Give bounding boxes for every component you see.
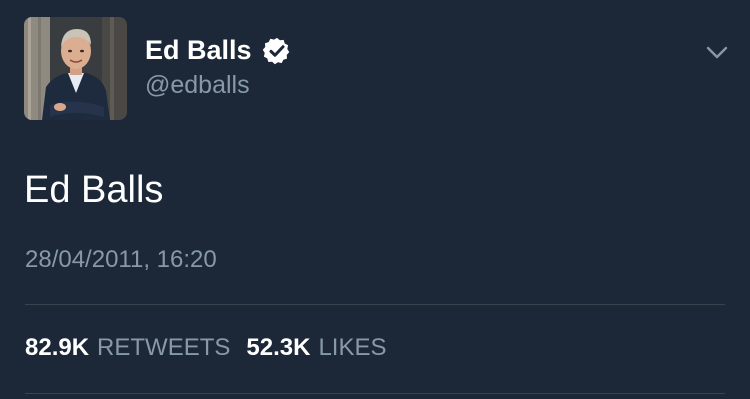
- likes-stat[interactable]: 52.3K LIKES: [246, 332, 386, 364]
- retweets-label: RETWEETS: [97, 334, 231, 361]
- likes-count: 52.3K: [246, 334, 311, 361]
- chevron-down-icon[interactable]: [703, 38, 731, 66]
- tweet-stats: 82.9K RETWEETS 52.3K LIKES: [25, 332, 386, 364]
- divider: [25, 304, 725, 305]
- divider: [25, 393, 725, 394]
- retweets-count: 82.9K: [25, 334, 90, 361]
- user-handle[interactable]: @edballs: [145, 69, 250, 101]
- avatar-image: [24, 17, 127, 120]
- verified-badge-icon: [262, 37, 290, 65]
- tweet-card: Ed Balls @edballs Ed Balls 28/04/2011, 1…: [0, 0, 750, 399]
- tweet-text: Ed Balls: [24, 169, 164, 211]
- tweet-timestamp[interactable]: 28/04/2011, 16:20: [25, 244, 217, 276]
- likes-label: LIKES: [318, 334, 387, 361]
- retweets-stat[interactable]: 82.9K RETWEETS: [25, 332, 230, 364]
- avatar[interactable]: [24, 17, 127, 120]
- display-name[interactable]: Ed Balls: [145, 32, 252, 68]
